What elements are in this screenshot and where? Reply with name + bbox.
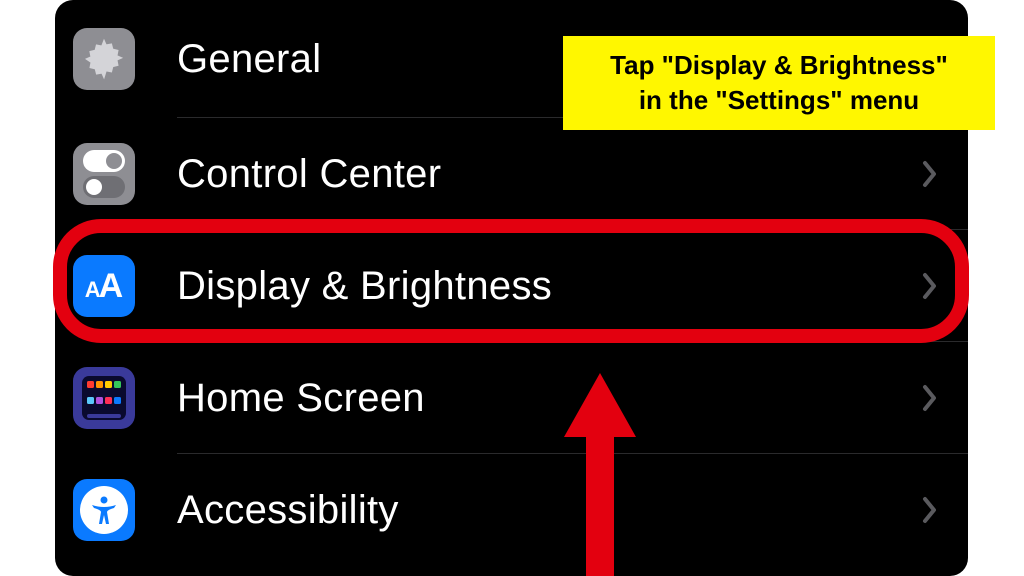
control-center-icon [73, 143, 135, 205]
settings-row-accessibility[interactable]: Accessibility [55, 454, 968, 566]
callout-line-2: in the "Settings" menu [639, 83, 919, 118]
chevron-right-icon [922, 272, 938, 300]
chevron-right-icon [922, 160, 938, 188]
settings-row-label: Accessibility [177, 488, 922, 533]
settings-row-control-center[interactable]: Control Center [55, 118, 968, 230]
settings-row-label: Home Screen [177, 376, 922, 421]
home-screen-icon [73, 367, 135, 429]
display-brightness-icon: A A [73, 255, 135, 317]
callout-line-1: Tap "Display & Brightness" [610, 48, 948, 83]
settings-row-label: Display & Brightness [177, 264, 922, 309]
chevron-right-icon [922, 496, 938, 524]
gear-icon [73, 28, 135, 90]
instruction-callout: Tap "Display & Brightness" in the "Setti… [563, 36, 995, 130]
accessibility-icon [73, 479, 135, 541]
settings-row-home-screen[interactable]: Home Screen [55, 342, 968, 454]
chevron-right-icon [922, 384, 938, 412]
settings-row-display-brightness[interactable]: A A Display & Brightness [55, 230, 968, 342]
aa-big: A [99, 269, 124, 303]
settings-row-label: Control Center [177, 152, 922, 197]
